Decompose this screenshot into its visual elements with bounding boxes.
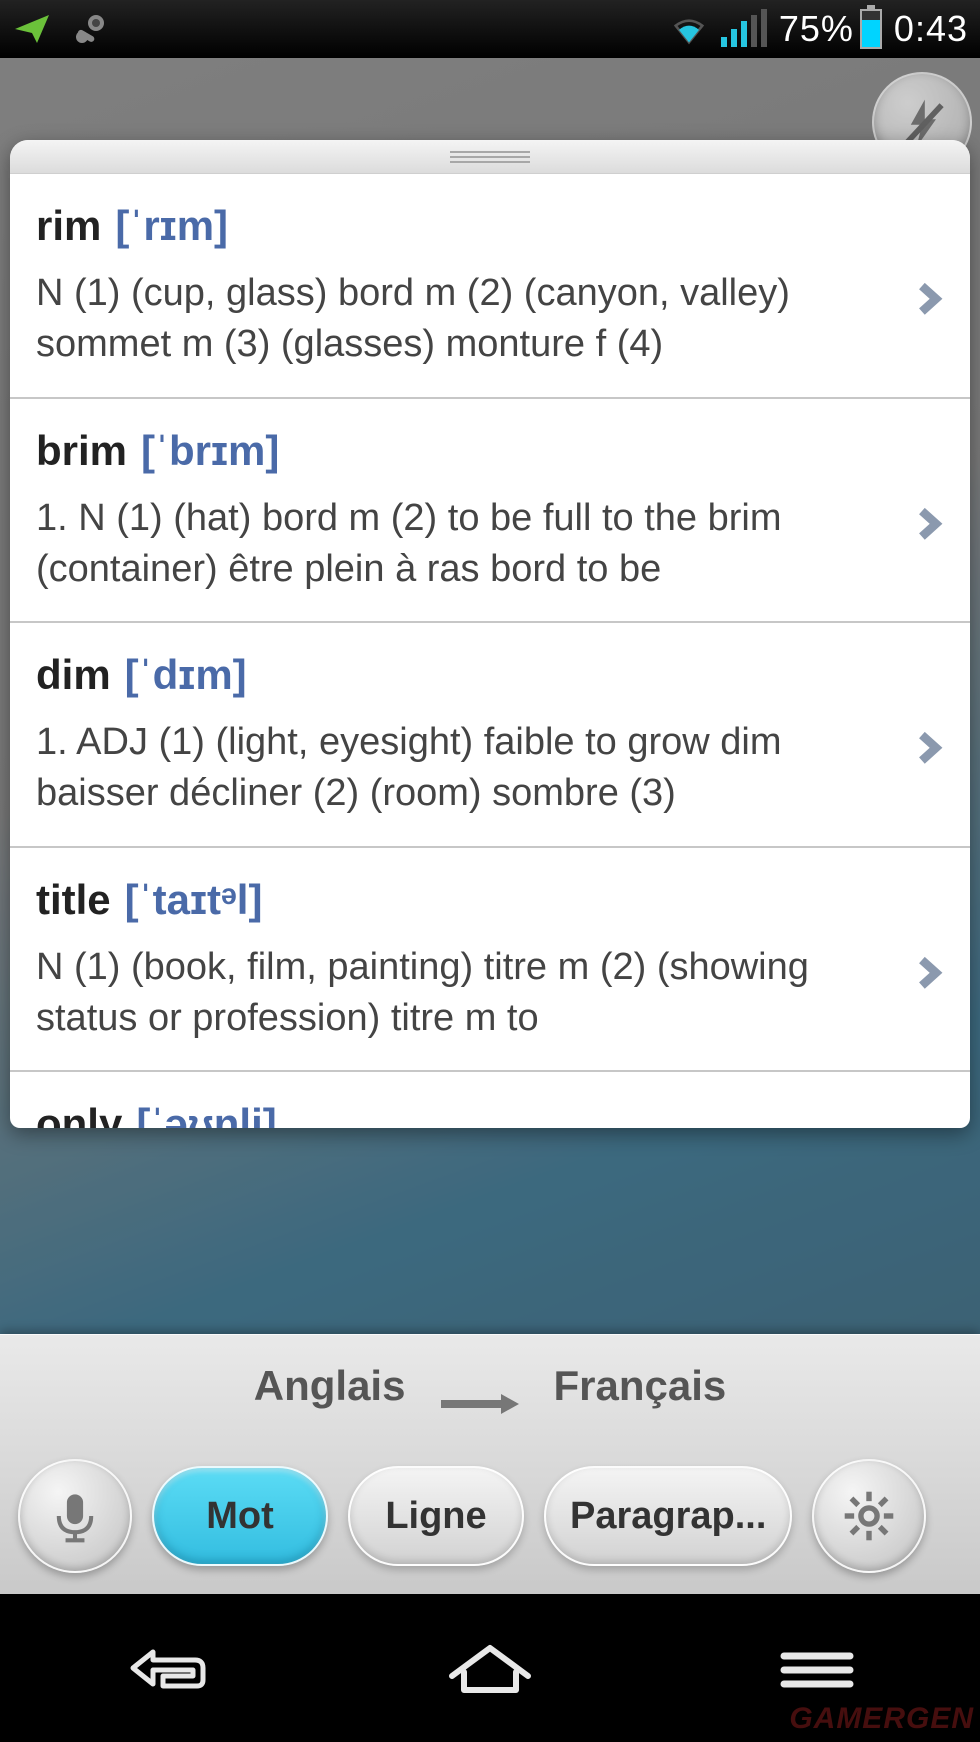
entry-definition: N (1) (book, film, painting) titre m (2)… (36, 942, 944, 1045)
chevron-right-icon (906, 276, 952, 322)
target-language: Français (553, 1362, 726, 1410)
entry-phonetic: [ˈtaɪtᵊl] (125, 876, 263, 924)
dictionary-list[interactable]: rim [ˈrɪm] N (1) (cup, glass) bord m (2)… (10, 174, 970, 1128)
dictionary-panel: rim [ˈrɪm] N (1) (cup, glass) bord m (2)… (10, 140, 970, 1128)
battery-percent: 75% (779, 8, 854, 50)
list-item[interactable]: dim [ˈdɪm] 1. ADJ (1) (light, eyesight) … (10, 623, 970, 848)
microphone-button[interactable] (18, 1459, 132, 1573)
wifi-icon (669, 9, 709, 49)
cell-signal-icon (721, 11, 767, 47)
entry-phonetic: [ˈdɪm] (125, 651, 247, 699)
battery-indicator: 75% (779, 8, 882, 50)
entry-word: brim (36, 427, 127, 475)
status-bar: 75% 0:43 (0, 0, 980, 58)
chevron-right-icon (906, 501, 952, 547)
entry-phonetic: [ˈbrɪm] (141, 427, 279, 475)
home-button[interactable] (410, 1623, 570, 1713)
list-item[interactable]: brim [ˈbrɪm] 1. N (1) (hat) bord m (2) t… (10, 399, 970, 624)
entry-word: only (36, 1100, 122, 1128)
mode-paragraph-button[interactable]: Paragrap... (544, 1466, 792, 1566)
source-language: Anglais (254, 1362, 406, 1410)
chevron-right-icon (906, 725, 952, 771)
mode-word-button[interactable]: Mot (152, 1466, 328, 1566)
back-button[interactable] (83, 1623, 243, 1713)
panel-drag-handle[interactable] (10, 140, 970, 174)
airdroid-icon (12, 9, 52, 49)
steam-icon (70, 9, 110, 49)
list-item[interactable]: rim [ˈrɪm] N (1) (cup, glass) bord m (2)… (10, 174, 970, 399)
language-direction[interactable]: Anglais Français (0, 1335, 980, 1437)
entry-phonetic: [ˈəʊnli] (136, 1100, 276, 1128)
entry-phonetic: [ˈrɪm] (115, 202, 228, 250)
list-item[interactable]: title [ˈtaɪtᵊl] N (1) (book, film, paint… (10, 848, 970, 1073)
settings-button[interactable] (812, 1459, 926, 1573)
translation-controls-sheet: Anglais Français Mot Ligne Paragrap... (0, 1334, 980, 1594)
entry-definition: 1. ADJ (1) (light, eyesight) faible to g… (36, 717, 944, 820)
entry-word: rim (36, 202, 101, 250)
list-item[interactable]: only [ˈəʊnli] (10, 1072, 970, 1128)
arrow-right-icon (439, 1376, 519, 1396)
entry-definition: 1. N (1) (hat) bord m (2) to be full to … (36, 493, 944, 596)
entry-word: title (36, 876, 111, 924)
android-nav-bar: GAMERGEN (0, 1594, 980, 1742)
entry-definition: N (1) (cup, glass) bord m (2) (canyon, v… (36, 268, 944, 371)
watermark: GAMERGEN (789, 1702, 974, 1736)
chevron-right-icon (906, 950, 952, 996)
mode-line-button[interactable]: Ligne (348, 1466, 524, 1566)
grip-icon (450, 151, 530, 163)
clock: 0:43 (894, 8, 968, 50)
menu-button[interactable] (737, 1623, 897, 1713)
entry-word: dim (36, 651, 111, 699)
